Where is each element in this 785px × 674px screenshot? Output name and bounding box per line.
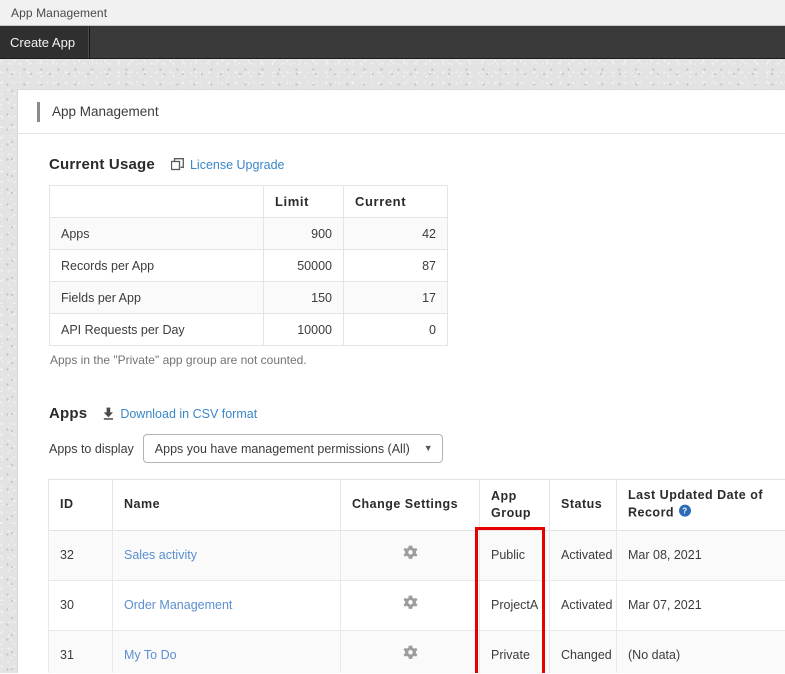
apps-filter-row: Apps to display Apps you have management… [49, 434, 785, 463]
app-name-link[interactable]: Sales activity [124, 548, 197, 562]
app-last-updated: (No data) [616, 629, 785, 673]
usage-row-current: 17 [343, 281, 448, 314]
apps-heading: Apps [49, 405, 88, 422]
usage-row-label: Apps [49, 217, 264, 250]
table-row: Records per App 50000 87 [49, 249, 448, 282]
usage-row-label: API Requests per Day [49, 313, 264, 346]
page-title: App Management [52, 104, 159, 119]
usage-row-label: Records per App [49, 249, 264, 282]
app-toolbar: Create App [0, 26, 785, 59]
help-icon[interactable]: ? [678, 504, 692, 523]
table-row: 32 Sales activity Public Activated Mar 0… [48, 529, 785, 581]
usage-row-limit: 50000 [263, 249, 344, 282]
gear-icon[interactable] [402, 595, 419, 615]
app-name-link[interactable]: My To Do [124, 648, 177, 662]
gear-icon[interactable] [402, 545, 419, 565]
panel-header: App Management [18, 90, 785, 134]
current-usage-header: Current Usage License Upgrade [49, 156, 785, 173]
apps-col-last-updated: Last Updated Date of Record? [616, 479, 785, 531]
toolbar-empty-area [90, 26, 785, 58]
current-usage-heading: Current Usage [49, 156, 155, 173]
apps-to-display-value: Apps you have management permissions (Al… [154, 441, 410, 456]
apps-col-app-group: App Group [479, 479, 550, 531]
app-group-line2: Group [491, 505, 531, 520]
usage-row-label: Fields per App [49, 281, 264, 314]
app-name-cell: Sales activity [112, 529, 341, 581]
usage-header-row: Limit Current [49, 185, 448, 218]
download-icon [103, 407, 114, 420]
apps-header-row: ID Name Change Settings App Group Status… [48, 479, 785, 531]
create-app-label: Create App [10, 34, 76, 50]
table-row: API Requests per Day 10000 0 [49, 313, 448, 346]
window-title-bar: App Management [0, 0, 785, 26]
chevron-down-icon: ▼ [423, 443, 433, 453]
app-status: Activated [549, 579, 617, 631]
apps-col-change-settings: Change Settings [340, 479, 480, 531]
usage-row-limit: 900 [263, 217, 344, 250]
app-group: Public [479, 529, 550, 581]
usage-note: Apps in the "Private" app group are not … [50, 353, 307, 367]
app-id: 30 [48, 579, 113, 631]
table-row: 30 Order Management ProjectA Activated M… [48, 579, 785, 631]
app-last-updated: Mar 08, 2021 [616, 529, 785, 581]
app-last-updated: Mar 07, 2021 [616, 579, 785, 631]
current-usage-table: Limit Current Apps 900 42 Records per Ap… [49, 185, 448, 346]
app-settings-cell [340, 629, 480, 673]
app-settings-cell [340, 579, 480, 631]
app-name-link[interactable]: Order Management [124, 598, 232, 612]
usage-row-current: 42 [343, 217, 448, 250]
download-csv-link[interactable]: Download in CSV format [103, 407, 257, 421]
external-link-icon [170, 158, 184, 171]
app-name-cell: My To Do [112, 629, 341, 673]
header-accent-bar [37, 101, 40, 122]
create-app-button[interactable]: Create App [0, 26, 91, 58]
app-id: 31 [48, 629, 113, 673]
app-settings-cell [340, 529, 480, 581]
window-title: App Management [11, 5, 108, 20]
app-group-line1: App [491, 489, 517, 503]
apps-table-wrapper: ID Name Change Settings App Group Status… [48, 479, 785, 673]
content-panel: App Management Current Usage License Upg… [17, 89, 785, 673]
page-canvas: App Management Current Usage License Upg… [0, 59, 785, 673]
apps-col-id: ID [48, 479, 113, 531]
usage-row-limit: 150 [263, 281, 344, 314]
app-group: ProjectA [479, 579, 550, 631]
last-updated-line1: Last Updated Date of [628, 488, 764, 502]
apps-to-display-select[interactable]: Apps you have management permissions (Al… [142, 434, 443, 463]
app-id: 32 [48, 529, 113, 581]
license-upgrade-label: License Upgrade [189, 157, 285, 172]
table-row: Fields per App 150 17 [49, 281, 448, 314]
app-group: Private [479, 629, 550, 673]
table-row: 31 My To Do Private Changed (No data) [48, 629, 785, 673]
usage-col-blank [49, 185, 264, 218]
last-updated-line2: Record [628, 505, 675, 520]
apps-col-status: Status [549, 479, 617, 531]
apps-table: ID Name Change Settings App Group Status… [48, 479, 785, 673]
usage-row-current: 0 [343, 313, 448, 346]
app-name-cell: Order Management [112, 579, 341, 631]
app-status: Activated [549, 529, 617, 581]
svg-text:?: ? [682, 506, 687, 515]
apps-header: Apps Download in CSV format [49, 405, 785, 422]
usage-col-current: Current [343, 185, 448, 218]
table-row: Apps 900 42 [49, 217, 448, 250]
panel-body: Current Usage License Upgrade Limit Curr… [18, 134, 785, 673]
download-csv-label: Download in CSV format [120, 406, 258, 421]
usage-col-limit: Limit [263, 185, 344, 218]
apps-to-display-label: Apps to display [49, 441, 134, 456]
app-status: Changed [549, 629, 617, 673]
usage-row-current: 87 [343, 249, 448, 282]
usage-row-limit: 10000 [263, 313, 344, 346]
apps-col-name: Name [112, 479, 341, 531]
license-upgrade-link[interactable]: License Upgrade [170, 157, 285, 172]
gear-icon[interactable] [402, 645, 419, 665]
